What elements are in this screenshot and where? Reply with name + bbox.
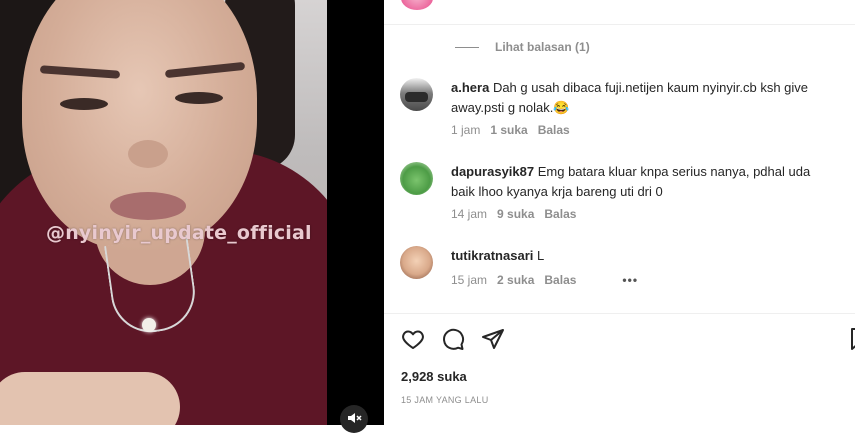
comment-meta: 15 jam 2 suka Balas •••	[451, 273, 638, 287]
post-time-ago[interactable]: 15 JAM YANG LALU	[401, 395, 489, 405]
reply-button[interactable]: Balas	[544, 273, 576, 287]
comment-time[interactable]: 15 jam	[451, 273, 487, 287]
avatar[interactable]	[400, 78, 433, 111]
avatar[interactable]	[400, 246, 433, 279]
bookmark-icon[interactable]	[847, 327, 855, 351]
comment-body: tutikratnasari L	[451, 246, 836, 266]
comment-likes[interactable]: 2 suka	[497, 273, 534, 287]
nose	[128, 140, 168, 168]
lips	[110, 192, 186, 220]
comment-time[interactable]: 1 jam	[451, 123, 480, 137]
divider	[384, 313, 855, 314]
likes-count[interactable]: 2,928 suka	[401, 369, 467, 384]
avatar-car	[405, 92, 428, 102]
avatar[interactable]	[400, 162, 433, 195]
eye-left	[60, 98, 108, 110]
heart-icon[interactable]	[401, 327, 425, 351]
view-replies-button[interactable]: Lihat balasan (1)	[455, 40, 590, 54]
reply-button[interactable]: Balas	[538, 123, 570, 137]
post-actions	[401, 327, 505, 351]
comment-likes[interactable]: 9 suka	[497, 207, 534, 221]
comment-time[interactable]: 14 jam	[451, 207, 487, 221]
speaker-muted-icon	[348, 413, 362, 423]
top-avatar[interactable]	[401, 0, 433, 10]
comment-meta: 1 jam 1 suka Balas	[451, 123, 570, 137]
comment-username[interactable]: dapurasyik87	[451, 164, 534, 179]
comment-likes[interactable]: 1 suka	[490, 123, 527, 137]
comment-text: L	[537, 248, 545, 263]
necklace-pendant	[142, 318, 156, 332]
hand	[0, 372, 180, 425]
comment-username[interactable]: tutikratnasari	[451, 248, 533, 263]
more-options-button[interactable]: •••	[622, 273, 638, 287]
reply-button[interactable]: Balas	[544, 207, 576, 221]
divider	[384, 24, 855, 25]
comments-panel: Lihat balasan (1) a.hera Dah g usah diba…	[384, 0, 855, 425]
comment-body: dapurasyik87 Emg batara kluar knpa seriu…	[451, 162, 836, 202]
comment-meta: 14 jam 9 suka Balas	[451, 207, 576, 221]
video-watermark: @nyinyir_update_official	[46, 222, 312, 244]
paper-plane-icon[interactable]	[481, 327, 505, 351]
comment-icon[interactable]	[441, 327, 465, 351]
comment-text: Dah g usah dibaca fuji.netijen kaum nyin…	[451, 80, 809, 115]
mute-button[interactable]	[340, 405, 368, 433]
eye-right	[175, 92, 223, 104]
comment-body: a.hera Dah g usah dibaca fuji.netijen ka…	[451, 78, 836, 118]
post-video[interactable]: @nyinyir_update_official	[0, 0, 327, 425]
comment-username[interactable]: a.hera	[451, 80, 489, 95]
video-letterbox	[327, 0, 384, 425]
replies-line	[455, 46, 479, 48]
view-replies-label: Lihat balasan (1)	[495, 40, 590, 54]
